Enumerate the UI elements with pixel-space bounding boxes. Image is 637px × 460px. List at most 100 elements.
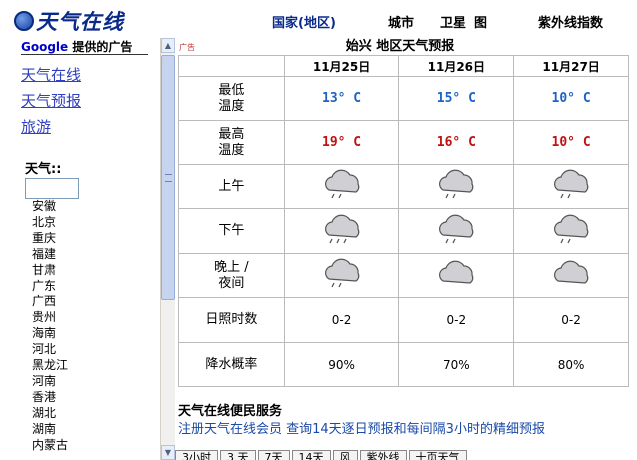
site-logo[interactable]: 天气在线: [14, 8, 124, 34]
low-temp-value: 13° C: [322, 91, 362, 106]
province-item[interactable]: 内蒙古: [32, 438, 68, 454]
tab-wind[interactable]: 风: [332, 450, 358, 460]
table-row-sunshine: 日照时数 0-2 0-2 0-2: [178, 297, 629, 343]
forecast-table: 11月25日 11月26日 11月27日 最低 温度 13° C 15° C 1…: [178, 55, 629, 387]
low-temp-value: 10° C: [551, 91, 591, 106]
high-temp-value: 19° C: [322, 135, 362, 150]
province-item[interactable]: 湖南: [32, 422, 68, 438]
ad-link-weather-online[interactable]: 天气在线: [21, 64, 81, 85]
grip-icon: [165, 174, 172, 182]
weather-search-input[interactable]: [25, 178, 79, 199]
tab-3-day[interactable]: 3 天: [220, 450, 256, 460]
light-rain-cloud-icon: [324, 258, 359, 288]
row-label: 下午: [218, 223, 245, 238]
row-label-morning: 上午: [178, 164, 285, 209]
cloud-icon: [439, 260, 474, 284]
main-content: 广告 始兴 地区天气预报 11月25日 11月26日 11月27日 最低 温度 …: [175, 38, 637, 460]
weather-search-label: 天气::: [25, 162, 62, 177]
cloud-icon: [554, 260, 589, 284]
sunshine-value: 0-2: [446, 313, 467, 327]
table-row-low-temp: 最低 温度 13° C 15° C 10° C: [178, 76, 629, 121]
table-row-night: 晚上 / 夜间: [178, 253, 629, 298]
province-item[interactable]: 贵州: [32, 310, 68, 326]
ad-title[interactable]: Google 提供的广告: [21, 38, 132, 55]
province-item[interactable]: 河南: [32, 374, 68, 390]
light-rain-cloud-icon: [439, 214, 474, 243]
province-item[interactable]: 海南: [32, 326, 68, 342]
nav-country[interactable]: 国家(地区): [272, 12, 388, 31]
ad-brand[interactable]: Google: [21, 40, 68, 54]
province-item[interactable]: 福建: [32, 247, 68, 263]
row-label: 日照时数: [205, 312, 258, 327]
province-item[interactable]: 黑龙江: [32, 358, 68, 374]
sunshine-value: 0-2: [331, 313, 352, 327]
nav-city[interactable]: 城市: [388, 12, 440, 31]
rain-value: 90%: [328, 357, 355, 372]
light-rain-cloud-icon: [324, 169, 359, 199]
tab-uv[interactable]: 紫外线: [359, 450, 407, 460]
ad-link-weather-forecast[interactable]: 天气预报: [21, 90, 81, 111]
corner-cell: [178, 55, 285, 77]
date-header: 11月26日: [398, 55, 515, 77]
row-label-afternoon: 下午: [178, 208, 285, 254]
row-label: 最高 温度: [218, 126, 245, 158]
row-label-sunshine: 日照时数: [178, 297, 285, 343]
nav-uv-index[interactable]: 紫外线指数: [538, 12, 603, 31]
forecast-title: 始兴 地区天气预报: [345, 39, 455, 54]
logo-text: 天气在线: [36, 9, 124, 34]
row-label-night: 晚上 / 夜间: [178, 253, 285, 298]
light-rain-cloud-icon: [554, 214, 589, 243]
service-title: 天气在线便民服务: [178, 404, 283, 419]
left-sidebar: Google 提供的广告 天气在线 天气预报 旅游 天气:: 安徽 北京 重庆 …: [0, 38, 158, 460]
nav-satellite[interactable]: 卫星: [440, 12, 474, 31]
high-temp-value: 16° C: [436, 135, 476, 150]
nav-map[interactable]: 图: [474, 12, 538, 31]
service-link[interactable]: 注册天气在线会员 查询14天逐日预报和每间隔3小时的精细预报: [178, 418, 545, 437]
low-temp-value: 15° C: [436, 91, 476, 106]
province-item[interactable]: 甘肃: [32, 263, 68, 279]
rain-value: 70%: [443, 357, 470, 372]
scroll-thumb[interactable]: [161, 55, 175, 300]
high-temp-value: 10° C: [551, 135, 591, 150]
header: 天气在线 国家(地区) 城市 卫星 图 紫外线指数: [0, 0, 637, 38]
rain-cloud-icon: [324, 214, 359, 243]
province-list: 安徽 北京 重庆 福建 甘肃 广东 广西 贵州 海南 河北 黑龙江 河南 香港 …: [32, 199, 68, 454]
province-item[interactable]: 湖北: [32, 406, 68, 422]
date-header: 11月25日: [283, 55, 400, 77]
scroll-up-button[interactable]: ▲: [161, 38, 175, 53]
tab-3-hour[interactable]: 3小时: [175, 450, 218, 460]
tab-more[interactable]: 十页天气: [408, 450, 467, 460]
ad-divider: [21, 54, 148, 55]
rain-value: 80%: [557, 357, 585, 372]
vertical-scrollbar[interactable]: ▲ ▼: [160, 38, 175, 460]
row-label-rain: 降水概率: [178, 342, 285, 387]
row-label: 降水概率: [205, 356, 258, 372]
tab-14-day[interactable]: 14天: [291, 450, 331, 460]
globe-icon: [14, 11, 34, 31]
date-header: 11月27日: [513, 55, 629, 77]
weather-page: 天气在线 国家(地区) 城市 卫星 图 紫外线指数 Google 提供的广告 天…: [0, 0, 637, 460]
province-item[interactable]: 重庆: [32, 231, 68, 247]
light-rain-cloud-icon: [554, 169, 589, 199]
table-row-rain-probability: 降水概率 90% 70% 80%: [178, 342, 629, 387]
province-item[interactable]: 北京: [32, 215, 68, 231]
province-item[interactable]: 安徽: [32, 199, 68, 215]
table-row-high-temp: 最高 温度 19° C 16° C 10° C: [178, 120, 629, 165]
row-label: 晚上 / 夜间: [214, 259, 249, 291]
ad-title-text[interactable]: 提供的广告: [68, 40, 132, 54]
row-label-high-temp: 最高 温度: [178, 120, 285, 165]
province-item[interactable]: 香港: [32, 390, 68, 406]
province-item[interactable]: 广东: [32, 279, 68, 295]
province-item[interactable]: 河北: [32, 342, 68, 358]
row-label-low-temp: 最低 温度: [178, 76, 285, 121]
province-item[interactable]: 广西: [32, 294, 68, 310]
tab-7-day[interactable]: 7天: [257, 450, 290, 460]
table-row-morning: 上午: [178, 164, 629, 209]
scroll-down-button[interactable]: ▼: [161, 445, 175, 460]
row-label: 上午: [218, 178, 245, 194]
row-label: 最低 温度: [218, 82, 245, 114]
table-header-row: 11月25日 11月26日 11月27日: [178, 55, 629, 77]
top-nav: 国家(地区) 城市 卫星 图 紫外线指数: [272, 12, 603, 31]
table-row-afternoon: 下午: [178, 208, 629, 254]
ad-link-travel[interactable]: 旅游: [21, 116, 51, 137]
